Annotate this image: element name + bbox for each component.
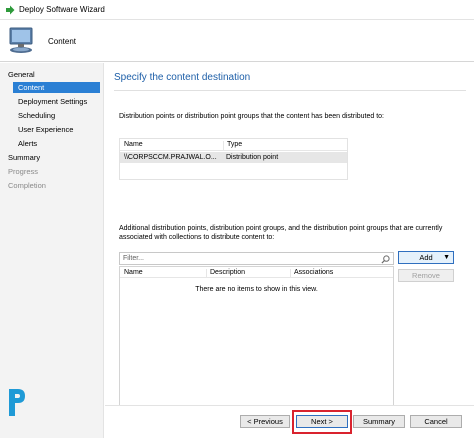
nav-item-completion: Completion [8,181,46,190]
nav-item-scheduling[interactable]: Scheduling [18,110,55,121]
nav-item-progress: Progress [8,167,39,176]
column-header-name[interactable]: Name [124,141,143,148]
additional-table: Name Description Associations There are … [119,266,394,409]
row-name: \\CORPSCCM.PRAJWAL.O... [124,154,217,161]
wizard-footer: < Previous Next > Summary Cancel [105,406,474,438]
computer-icon [9,27,33,53]
table-row[interactable]: \\CORPSCCM.PRAJWAL.O... Distribution poi… [120,152,347,163]
wizard-arrow-icon [6,5,15,15]
wizard-header: Content [0,20,474,62]
summary-button[interactable]: Summary [353,415,405,428]
column-header-description[interactable]: Description [206,269,245,278]
nav-item-general[interactable]: General [8,69,35,80]
next-button[interactable]: Next > [296,415,348,428]
dropdown-arrow-icon: ▼ [443,254,450,261]
row-type: Distribution point [226,154,279,161]
column-header-name[interactable]: Name [124,269,143,278]
content-panel: Specify the content destination Distribu… [105,63,474,409]
nav-item-content[interactable]: Content [13,82,100,93]
distributed-label: Distribution points or distribution poin… [119,113,384,120]
window-title: Deploy Software Wizard [19,5,105,14]
search-icon[interactable] [381,255,390,264]
remove-button: Remove [398,269,454,282]
table-header: Name Type [120,139,347,151]
column-header-type[interactable]: Type [223,141,242,151]
distributed-table: Name Type \\CORPSCCM.PRAJWAL.O... Distri… [119,138,348,180]
section-title: Specify the content destination [114,72,251,83]
add-button-label: Add [419,253,433,262]
table-header: Name Description Associations [120,267,393,278]
empty-message: There are no items to show in this view. [195,286,318,293]
nav-item-summary[interactable]: Summary [8,152,40,163]
title-divider [114,90,466,91]
additional-label: Additional distribution points, distribu… [119,225,443,241]
nav-item-alerts[interactable]: Alerts [18,138,37,149]
previous-button[interactable]: < Previous [240,415,290,428]
cancel-button[interactable]: Cancel [410,415,462,428]
watermark-logo [9,389,25,416]
filter-placeholder: Filter... [123,255,145,262]
column-header-associations[interactable]: Associations [290,269,333,278]
add-button[interactable]: Add ▼ [398,251,454,264]
filter-input[interactable]: Filter... [119,252,394,265]
nav-item-deployment-settings[interactable]: Deployment Settings [18,96,87,107]
title-bar: Deploy Software Wizard [0,0,474,20]
page-title: Content [48,37,77,46]
nav-item-user-experience[interactable]: User Experience [18,124,73,135]
wizard-nav: General Content Deployment Settings Sche… [0,63,104,438]
